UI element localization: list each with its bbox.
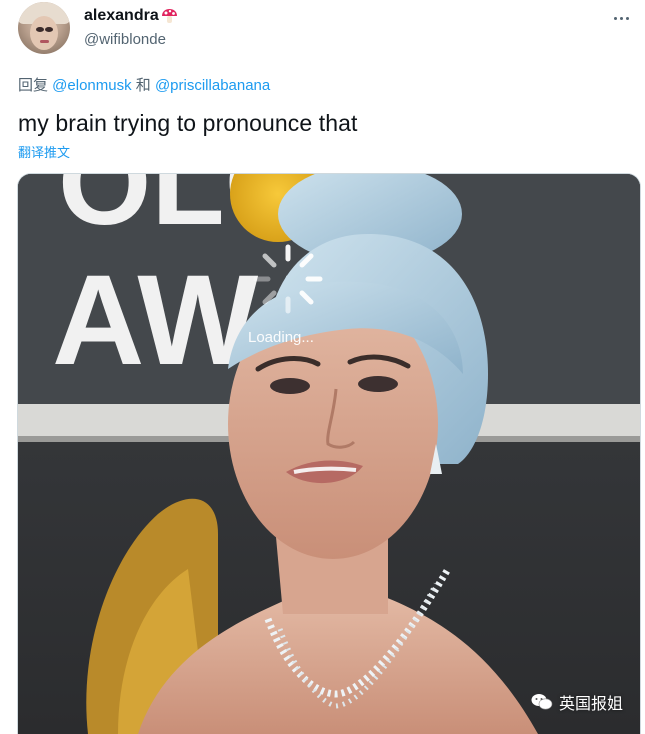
translate-tweet-link[interactable]: 翻译推文 [18, 142, 70, 161]
reply-context: 回复 @elonmusk 和 @priscillabanana [18, 74, 270, 95]
avatar-eye-left [36, 27, 44, 32]
reply-joiner: 和 [131, 77, 155, 94]
mention-link-1[interactable]: @elonmusk [52, 77, 131, 94]
reply-prefix: 回复 [18, 77, 53, 94]
user-handle[interactable]: @wifiblonde [84, 31, 166, 48]
more-dot [619, 16, 623, 20]
media-illustration: OLO AWA Loading... [18, 174, 640, 734]
wechat-icon [531, 694, 553, 710]
mention-link-2[interactable]: @priscillabanana [155, 77, 270, 94]
avatar-mouth [40, 40, 49, 43]
display-name[interactable]: alexandra [84, 7, 178, 25]
display-name-text[interactable]: alexandra [84, 7, 159, 25]
mushroom-icon [161, 8, 178, 24]
more-dot [625, 16, 629, 20]
avatar-face [30, 16, 58, 50]
avatar-eye-right [45, 27, 53, 32]
loading-label: Loading... [248, 329, 314, 346]
watermark: 英国报姐 [531, 690, 623, 714]
watermark-label: 英国报姐 [558, 696, 623, 713]
more-options-button[interactable] [607, 8, 635, 28]
tweet-media-image[interactable]: OLO AWA Loading... [17, 173, 641, 734]
more-dot [613, 16, 617, 20]
avatar[interactable] [18, 2, 70, 54]
tweet-text: my brain trying to pronounce that [18, 110, 358, 136]
